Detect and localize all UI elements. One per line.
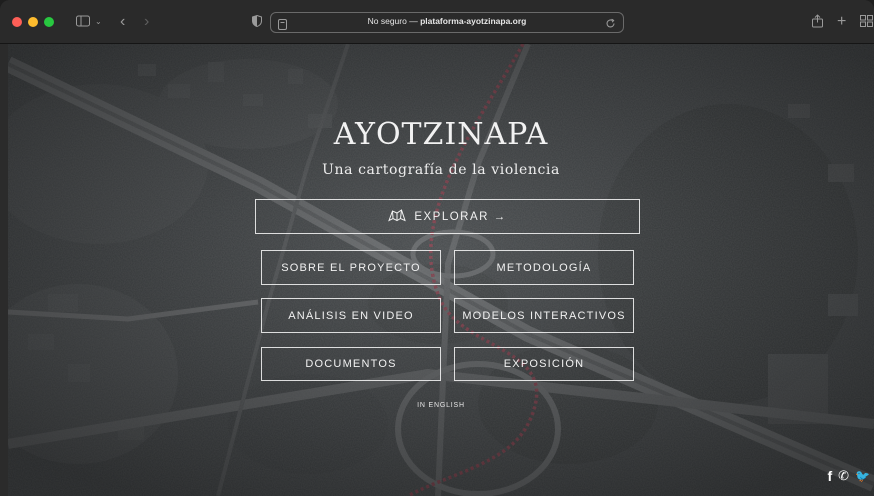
documents-label: DOCUMENTOS: [305, 358, 397, 370]
facebook-icon[interactable]: f: [827, 468, 832, 484]
sidebar-icon[interactable]: [76, 15, 90, 29]
video-analysis-label: ANÁLISIS EN VIDEO: [288, 309, 414, 322]
aerial-map-background: [8, 44, 874, 496]
exhibition-label: EXPOSICIÓN: [503, 358, 585, 370]
browser-toolbar: ⌄ ‹ › No seguro — plataforma-ayotzinapa.…: [0, 0, 874, 44]
url-text: No seguro — plataforma-ayotzinapa.org: [271, 16, 623, 26]
zoom-window-button[interactable]: [44, 17, 54, 27]
interactive-models-button[interactable]: MODELOS INTERACTIVOS: [454, 298, 634, 333]
methodology-label: METODOLOGÍA: [496, 261, 592, 274]
tab-overview-icon[interactable]: [860, 15, 874, 29]
explore-button-label: EXPLORAR →: [414, 210, 507, 223]
forward-icon[interactable]: ›: [144, 14, 149, 30]
privacy-shield-icon[interactable]: [252, 14, 262, 29]
back-icon[interactable]: ‹: [120, 14, 125, 30]
methodology-button[interactable]: METODOLOGÍA: [454, 250, 634, 285]
exhibition-button[interactable]: EXPOSICIÓN: [454, 347, 634, 381]
map-icon: [388, 208, 407, 225]
url-domain: plataforma-ayotzinapa.org: [420, 16, 527, 26]
address-bar[interactable]: No seguro — plataforma-ayotzinapa.org: [270, 12, 624, 33]
about-project-label: SOBRE EL PROYECTO: [281, 261, 421, 274]
web-page: AYOTZINAPA Una cartografía de la violenc…: [8, 44, 874, 496]
share-icon[interactable]: [812, 14, 823, 30]
whatsapp-icon[interactable]: ✆: [838, 468, 849, 484]
site-title: AYOTZINAPA: [333, 117, 549, 152]
url-security-label: No seguro —: [367, 16, 418, 26]
browser-window: ⌄ ‹ › No seguro — plataforma-ayotzinapa.…: [0, 0, 874, 496]
twitter-icon[interactable]: 🐦: [855, 469, 870, 483]
site-subtitle: Una cartografía de la violencia: [322, 162, 560, 178]
documents-button[interactable]: DOCUMENTOS: [261, 347, 441, 381]
english-language-link[interactable]: IN ENGLISH: [8, 402, 874, 409]
social-links: f ✆ 🐦: [827, 468, 870, 484]
minimize-window-button[interactable]: [28, 17, 38, 27]
chevron-down-icon[interactable]: ⌄: [95, 18, 102, 26]
reload-icon[interactable]: [605, 16, 616, 34]
new-tab-icon[interactable]: +: [837, 14, 846, 30]
about-project-button[interactable]: SOBRE EL PROYECTO: [261, 250, 441, 285]
interactive-models-label: MODELOS INTERACTIVOS: [462, 309, 626, 322]
video-analysis-button[interactable]: ANÁLISIS EN VIDEO: [261, 298, 441, 333]
close-window-button[interactable]: [12, 17, 22, 27]
explore-button[interactable]: EXPLORAR →: [255, 199, 640, 234]
